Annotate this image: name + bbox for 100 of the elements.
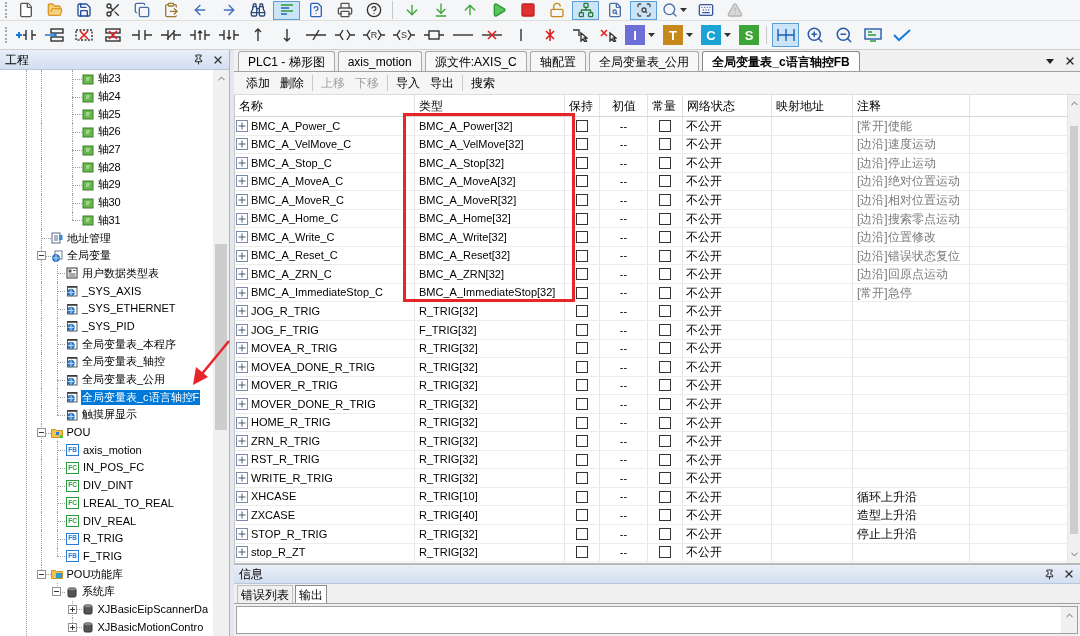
- constant-checkbox[interactable]: [659, 268, 671, 281]
- toolbar-action[interactable]: 导入: [392, 73, 424, 93]
- tree-item[interactable]: 轴26: [96, 124, 122, 140]
- document-tab[interactable]: 轴配置: [529, 51, 586, 71]
- constant-checkbox[interactable]: [659, 379, 671, 392]
- toolbar-action[interactable]: 导出: [426, 73, 458, 93]
- toolbar-action[interactable]: 搜索: [467, 73, 499, 93]
- tree-item[interactable]: 轴31: [96, 212, 122, 228]
- tree-item[interactable]: 轴27: [96, 142, 122, 158]
- tree-item[interactable]: 全局变量: [65, 248, 112, 264]
- constant-checkbox[interactable]: [659, 342, 671, 355]
- document-tab[interactable]: 全局变量表_公用: [588, 51, 700, 71]
- constant-checkbox[interactable]: [659, 509, 671, 522]
- column-header[interactable]: 常量: [652, 96, 676, 115]
- column-header[interactable]: 保持: [569, 96, 593, 115]
- retain-checkbox[interactable]: [576, 175, 588, 188]
- retain-checkbox[interactable]: [576, 379, 588, 392]
- retain-checkbox[interactable]: [576, 323, 588, 336]
- tree-item[interactable]: 用户数据类型表: [81, 265, 160, 281]
- tree-item[interactable]: 地址管理: [65, 230, 112, 246]
- tree-item[interactable]: 全局变量表_公用: [81, 372, 167, 388]
- coil-letter-button[interactable]: S: [390, 23, 418, 47]
- document-tab[interactable]: 全局变量表_c语言轴控FB: [702, 51, 860, 71]
- retain-checkbox[interactable]: [576, 509, 588, 522]
- network-button[interactable]: [572, 0, 599, 20]
- constant-checkbox[interactable]: [659, 138, 671, 151]
- constant-checkbox[interactable]: [659, 193, 671, 206]
- ladder-view-button[interactable]: [273, 0, 300, 20]
- tree-item[interactable]: 全局变量表_轴控: [81, 354, 167, 370]
- minus-box-icon[interactable]: [36, 569, 46, 579]
- constant-checkbox[interactable]: [659, 231, 671, 244]
- tree-item[interactable]: 触摸屏显示: [81, 407, 138, 423]
- tree-item[interactable]: 轴23: [96, 71, 122, 87]
- constant-checkbox[interactable]: [659, 119, 671, 132]
- constant-checkbox[interactable]: [659, 156, 671, 169]
- plus-box-icon[interactable]: [67, 604, 77, 614]
- column-header[interactable]: 网络状态: [687, 96, 735, 115]
- retain-checkbox[interactable]: [576, 416, 588, 429]
- split-view-button[interactable]: [772, 23, 799, 47]
- column-header[interactable]: 注释: [857, 96, 881, 115]
- retain-checkbox[interactable]: [576, 231, 588, 244]
- constant-checkbox[interactable]: [659, 360, 671, 373]
- constant-checkbox[interactable]: [659, 397, 671, 410]
- retain-checkbox[interactable]: [576, 193, 588, 206]
- caret-down-icon[interactable]: [724, 33, 731, 37]
- tree-item[interactable]: 轴30: [96, 195, 122, 211]
- tree-item[interactable]: IN_POS_FC: [82, 460, 146, 476]
- document-tab[interactable]: 源文件:AXIS_C: [424, 51, 527, 71]
- retain-checkbox[interactable]: [576, 490, 588, 503]
- plus-box-icon[interactable]: [67, 622, 77, 632]
- caret-down-icon[interactable]: [648, 33, 655, 37]
- tree-item[interactable]: _SYS_ETHERNET: [81, 301, 177, 317]
- close-icon[interactable]: [1064, 55, 1076, 67]
- retain-checkbox[interactable]: [576, 156, 588, 169]
- vertical-scrollbar[interactable]: [213, 70, 229, 636]
- tree-item[interactable]: 轴25: [96, 106, 122, 122]
- tree-item[interactable]: 轴28: [96, 159, 122, 175]
- column-header[interactable]: 名称: [239, 96, 263, 115]
- constant-checkbox[interactable]: [659, 472, 671, 485]
- retain-checkbox[interactable]: [576, 138, 588, 151]
- pin-icon[interactable]: [1044, 568, 1055, 580]
- tree-item[interactable]: 全局变量表_本程序: [81, 336, 178, 352]
- caret-down-icon[interactable]: [686, 33, 693, 37]
- retain-checkbox[interactable]: [576, 453, 588, 466]
- coil-letter-button[interactable]: R: [360, 23, 388, 47]
- retain-checkbox[interactable]: [576, 360, 588, 373]
- tree-item[interactable]: 轴29: [96, 177, 122, 193]
- caret-down-icon[interactable]: [1046, 59, 1054, 64]
- scan-button[interactable]: [630, 0, 657, 20]
- constant-checkbox[interactable]: [659, 175, 671, 188]
- constant-checkbox[interactable]: [659, 453, 671, 466]
- document-tab[interactable]: axis_motion: [337, 51, 422, 71]
- constant-checkbox[interactable]: [659, 490, 671, 503]
- retain-checkbox[interactable]: [576, 397, 588, 410]
- constant-checkbox[interactable]: [659, 249, 671, 262]
- close-icon[interactable]: [1063, 568, 1075, 580]
- minus-box-icon[interactable]: [36, 251, 46, 261]
- retain-checkbox[interactable]: [576, 472, 588, 485]
- column-header[interactable]: 映射地址: [776, 96, 824, 115]
- panel-tab[interactable]: 输出: [295, 585, 327, 603]
- retain-checkbox[interactable]: [576, 546, 588, 559]
- scrollbar-thumb[interactable]: [215, 244, 227, 430]
- vertical-scrollbar[interactable]: [1061, 607, 1077, 633]
- scrollbar-thumb[interactable]: [1070, 126, 1078, 534]
- constant-checkbox[interactable]: [659, 286, 671, 299]
- letter-button[interactable]: I: [625, 25, 645, 45]
- minus-box-icon[interactable]: [36, 428, 46, 438]
- tree-item[interactable]: 轴24: [96, 89, 122, 105]
- retain-checkbox[interactable]: [576, 212, 588, 225]
- retain-checkbox[interactable]: [576, 286, 588, 299]
- column-header[interactable]: 初值: [611, 96, 636, 115]
- tree-item[interactable]: 全局变量表_c语言轴控F: [81, 389, 201, 405]
- column-header[interactable]: 类型: [419, 96, 443, 115]
- retain-checkbox[interactable]: [576, 268, 588, 281]
- constant-checkbox[interactable]: [659, 305, 671, 318]
- constant-checkbox[interactable]: [659, 546, 671, 559]
- tree-item[interactable]: POU功能库: [65, 566, 125, 582]
- constant-checkbox[interactable]: [659, 527, 671, 540]
- retain-checkbox[interactable]: [576, 305, 588, 318]
- toolbar-action[interactable]: 删除: [276, 73, 308, 93]
